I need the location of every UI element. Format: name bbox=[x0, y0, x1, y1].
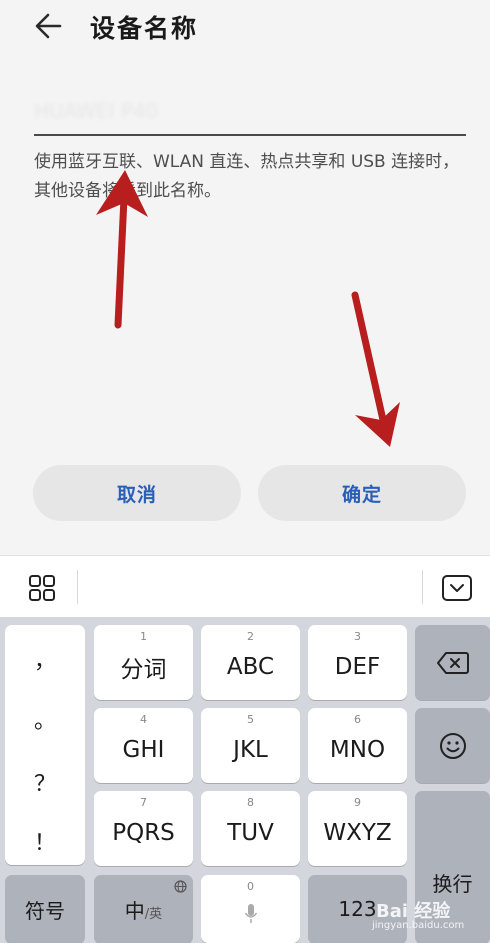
lang-label-sub: /英 bbox=[144, 906, 163, 922]
key-number: 6 bbox=[354, 713, 361, 726]
keyboard-toolbar bbox=[0, 555, 490, 617]
grid-icon[interactable] bbox=[27, 573, 57, 603]
key-1[interactable]: 1 分词 bbox=[94, 625, 193, 700]
key-number: 0 bbox=[247, 880, 254, 893]
page-title: 设备名称 bbox=[90, 14, 199, 43]
key-label: DEF bbox=[334, 653, 381, 680]
microphone-icon bbox=[244, 904, 257, 923]
punctuation-column[interactable]: ， 。 ？ ！ bbox=[5, 625, 85, 865]
toolbar-divider bbox=[77, 570, 78, 604]
key-label: WXYZ bbox=[323, 819, 392, 846]
key-number: 3 bbox=[354, 630, 361, 643]
device-name-description: 使用蓝牙互联、WLAN 直连、热点共享和 USB 连接时，其他设备将看到此名称。 bbox=[34, 152, 460, 201]
key-label: 分词 bbox=[120, 656, 167, 683]
key-label: TUV bbox=[227, 819, 274, 846]
annotation-arrow-down bbox=[351, 291, 400, 447]
key-number: 2 bbox=[247, 630, 254, 643]
cancel-button[interactable]: 取消 bbox=[33, 465, 241, 521]
baidu-watermark-url: jingyan.baidu.com bbox=[372, 920, 465, 931]
key-label: ABC bbox=[226, 653, 275, 680]
toolbar-divider bbox=[422, 570, 423, 604]
key-3[interactable]: 3 DEF bbox=[308, 625, 407, 700]
symbols-key[interactable]: 符号 bbox=[5, 875, 85, 943]
punct-question-key[interactable]: ？ bbox=[5, 766, 85, 798]
punct-exclaim-key[interactable]: ！ bbox=[5, 825, 85, 857]
globe-icon bbox=[174, 880, 187, 893]
emoji-key[interactable] bbox=[415, 708, 490, 783]
key-number: 1 bbox=[140, 630, 147, 643]
key-label: PQRS bbox=[112, 819, 175, 846]
key-number: 4 bbox=[140, 713, 147, 726]
app-header: 设备名称 bbox=[0, 0, 490, 56]
punct-period-key[interactable]: 。 bbox=[5, 703, 85, 735]
enter-key-label: 换行 bbox=[432, 872, 473, 896]
key-number: 7 bbox=[140, 796, 147, 809]
lang-label-main: 中 bbox=[124, 898, 145, 923]
key-label: MNO bbox=[329, 736, 386, 763]
input-underline bbox=[34, 134, 466, 136]
key-label: JKL bbox=[233, 736, 268, 763]
key-5[interactable]: 5 JKL bbox=[201, 708, 300, 783]
key-number: 9 bbox=[354, 796, 361, 809]
key-2[interactable]: 2 ABC bbox=[201, 625, 300, 700]
key-6[interactable]: 6 MNO bbox=[308, 708, 407, 783]
key-label: GHI bbox=[122, 736, 165, 763]
key-number: 8 bbox=[247, 796, 254, 809]
arrow-left-icon[interactable] bbox=[30, 8, 70, 44]
keyboard-collapse-icon[interactable] bbox=[441, 573, 473, 603]
key-7[interactable]: 7 PQRS bbox=[94, 791, 193, 866]
device-name-input[interactable] bbox=[34, 94, 466, 128]
key-4[interactable]: 4 GHI bbox=[94, 708, 193, 783]
key-number: 5 bbox=[247, 713, 254, 726]
space-key[interactable]: 0 bbox=[201, 875, 300, 943]
numbers-key-label: 123 bbox=[338, 897, 377, 921]
backspace-key[interactable] bbox=[415, 625, 490, 700]
punct-comma-key[interactable]: ， bbox=[5, 643, 85, 675]
key-9[interactable]: 9 WXYZ bbox=[308, 791, 407, 866]
backspace-icon bbox=[436, 651, 469, 674]
emoji-icon bbox=[439, 732, 466, 759]
keyboard: ， 。 ？ ！ 1 分词 2 ABC 3 DEF 4 GHI 5 JKL 6 M… bbox=[0, 617, 490, 943]
confirm-button[interactable]: 确定 bbox=[258, 465, 466, 521]
symbols-key-label: 符号 bbox=[25, 898, 65, 923]
language-switch-key[interactable]: 中/英 bbox=[94, 875, 193, 943]
key-8[interactable]: 8 TUV bbox=[201, 791, 300, 866]
